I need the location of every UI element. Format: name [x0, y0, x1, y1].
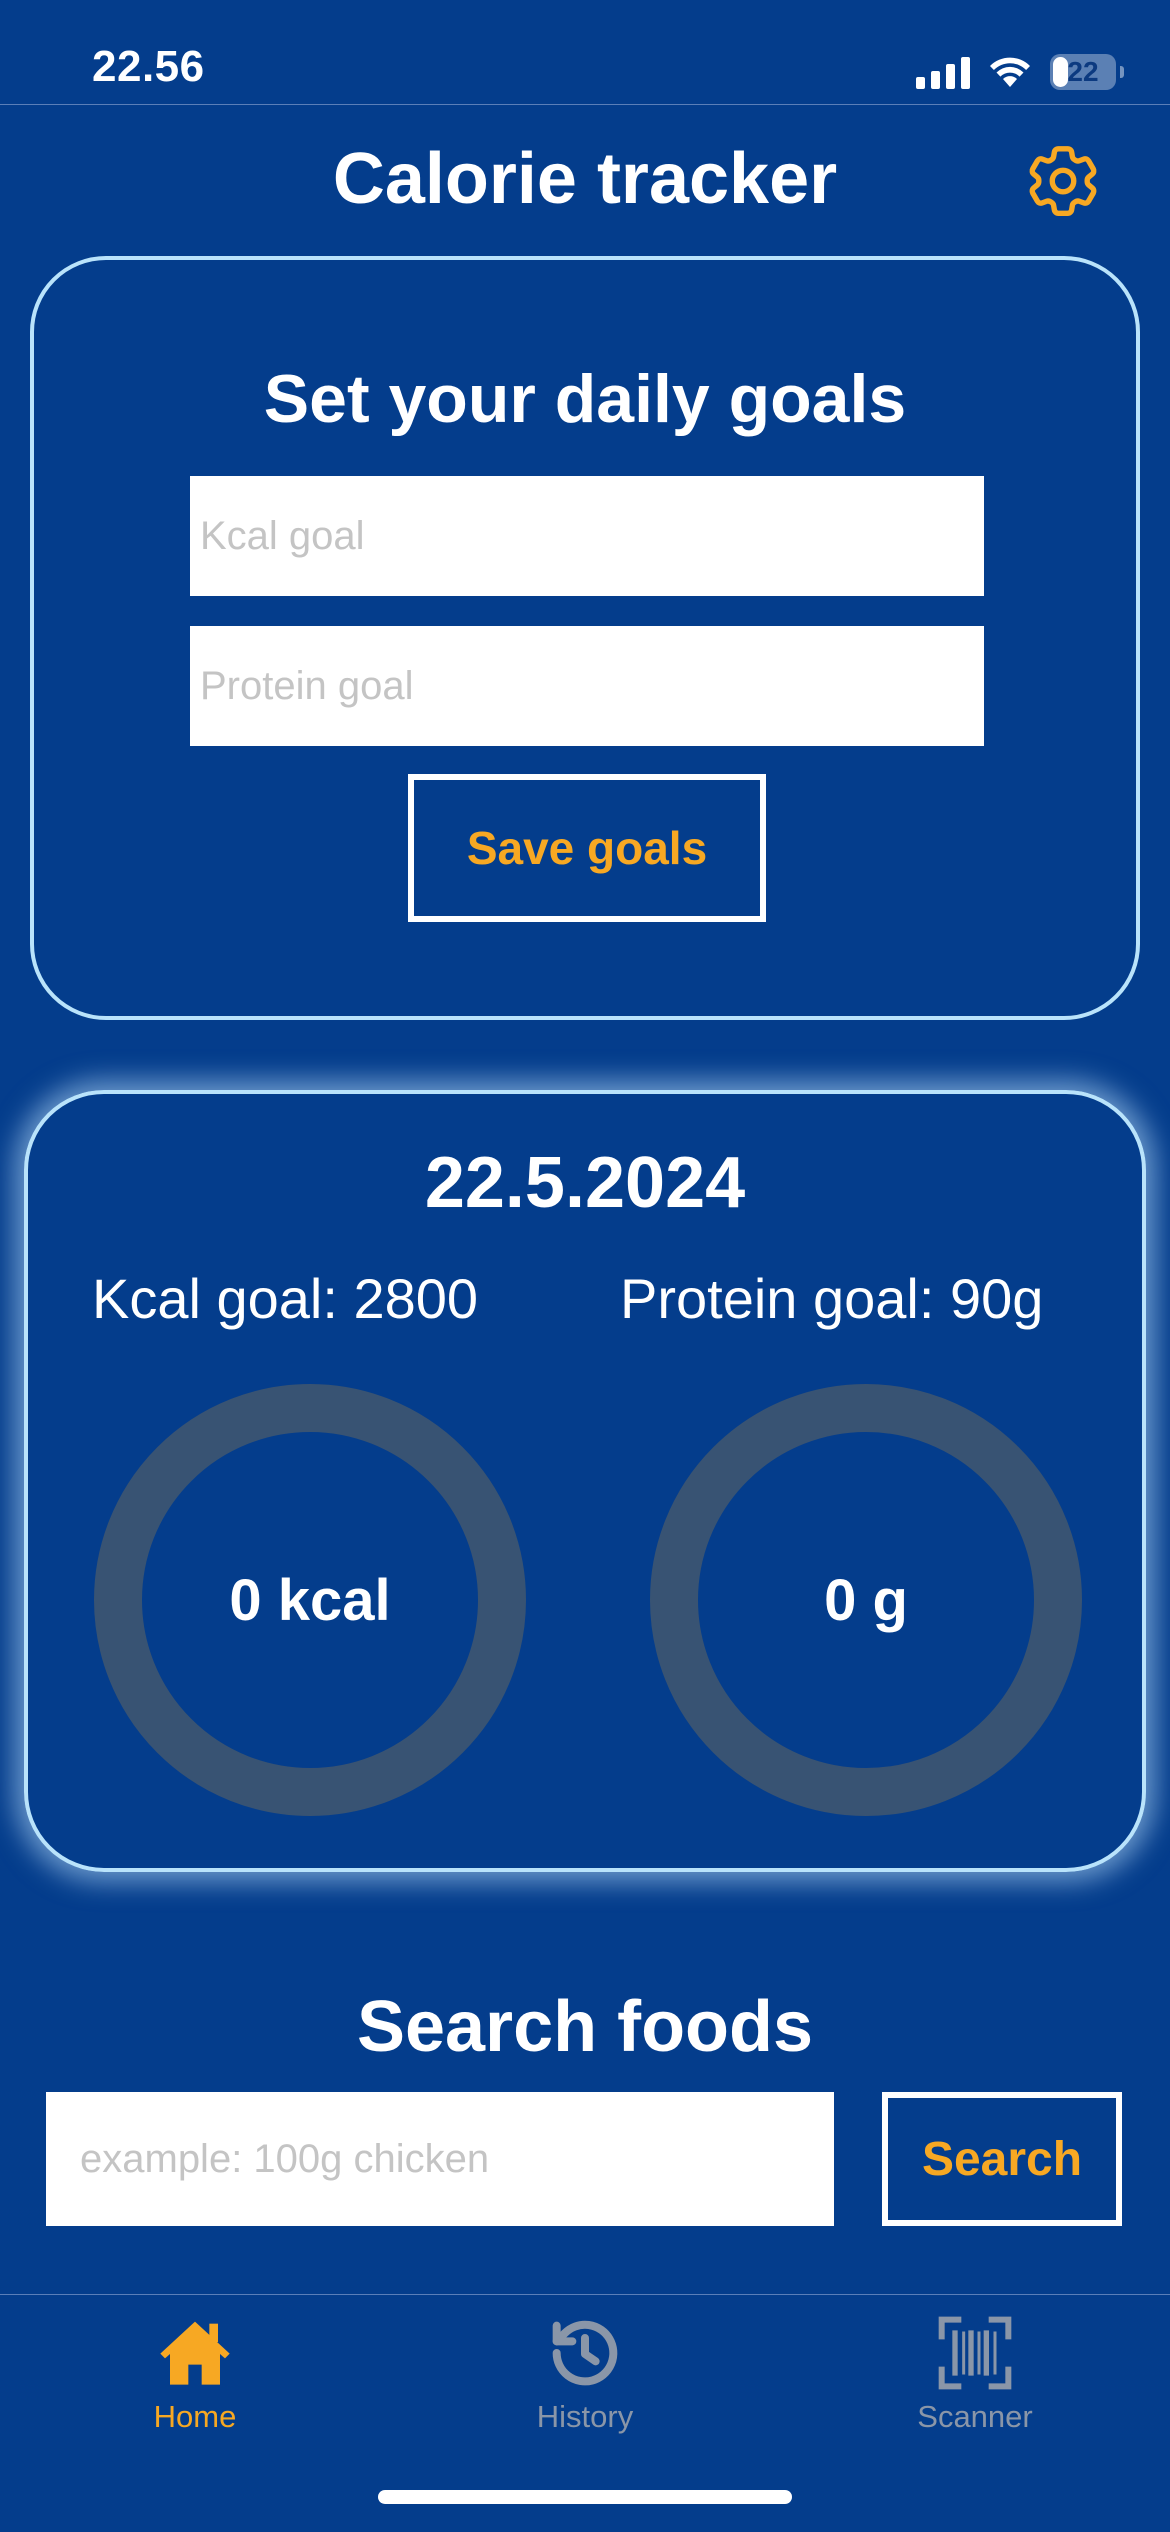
tab-home-label: Home [153, 2399, 237, 2434]
battery-icon: 22 [1050, 54, 1124, 90]
calorie-tracker-screen: 22.56 22 Calorie tracker Set your daily … [0, 0, 1170, 2532]
kcal-goal-label: Kcal goal: 2800 [92, 1267, 479, 1330]
search-foods-title: Search foods [356, 1987, 814, 2067]
wifi-icon [990, 57, 1030, 87]
goals-card-title: Set your daily goals [263, 361, 907, 437]
tab-history[interactable]: History [390, 2313, 780, 2463]
status-icons: 22 [916, 50, 1124, 94]
protein-goal-label: Protein goal: 90g [620, 1267, 1044, 1330]
daily-goals-card: Set your daily goals Save goals [30, 256, 1140, 1020]
kcal-progress-ring: 0 kcal [94, 1384, 526, 1816]
barcode-scanner-icon [938, 2316, 1012, 2390]
food-search-input[interactable] [46, 2092, 834, 2226]
daily-date: 22.5.2024 [424, 1143, 746, 1223]
tab-history-label: History [536, 2399, 634, 2434]
protein-goal-input[interactable] [190, 626, 984, 746]
protein-consumed-value: 0 g [824, 1567, 908, 1633]
home-indicator [378, 2490, 792, 2504]
home-icon [160, 2321, 230, 2385]
status-time: 22.56 [92, 42, 205, 91]
kcal-goal-input[interactable] [190, 476, 984, 596]
history-icon [552, 2320, 618, 2386]
page-title: Calorie tracker [332, 139, 838, 219]
protein-progress-ring: 0 g [650, 1384, 1082, 1816]
tab-home[interactable]: Home [0, 2313, 390, 2463]
status-bar: 22.56 22 [0, 0, 1170, 105]
settings-button[interactable] [1020, 138, 1106, 224]
save-goals-button[interactable]: Save goals [408, 774, 766, 922]
daily-summary-card: 22.5.2024 Kcal goal: 2800 Protein goal: … [24, 1090, 1146, 1872]
tab-scanner-label: Scanner [917, 2399, 1033, 2434]
battery-level: 22 [1067, 56, 1099, 87]
search-button[interactable]: Search [882, 2092, 1122, 2226]
kcal-consumed-value: 0 kcal [229, 1567, 391, 1633]
tab-scanner[interactable]: Scanner [780, 2313, 1170, 2463]
gear-icon [1029, 146, 1097, 216]
cellular-signal-icon [916, 55, 970, 89]
